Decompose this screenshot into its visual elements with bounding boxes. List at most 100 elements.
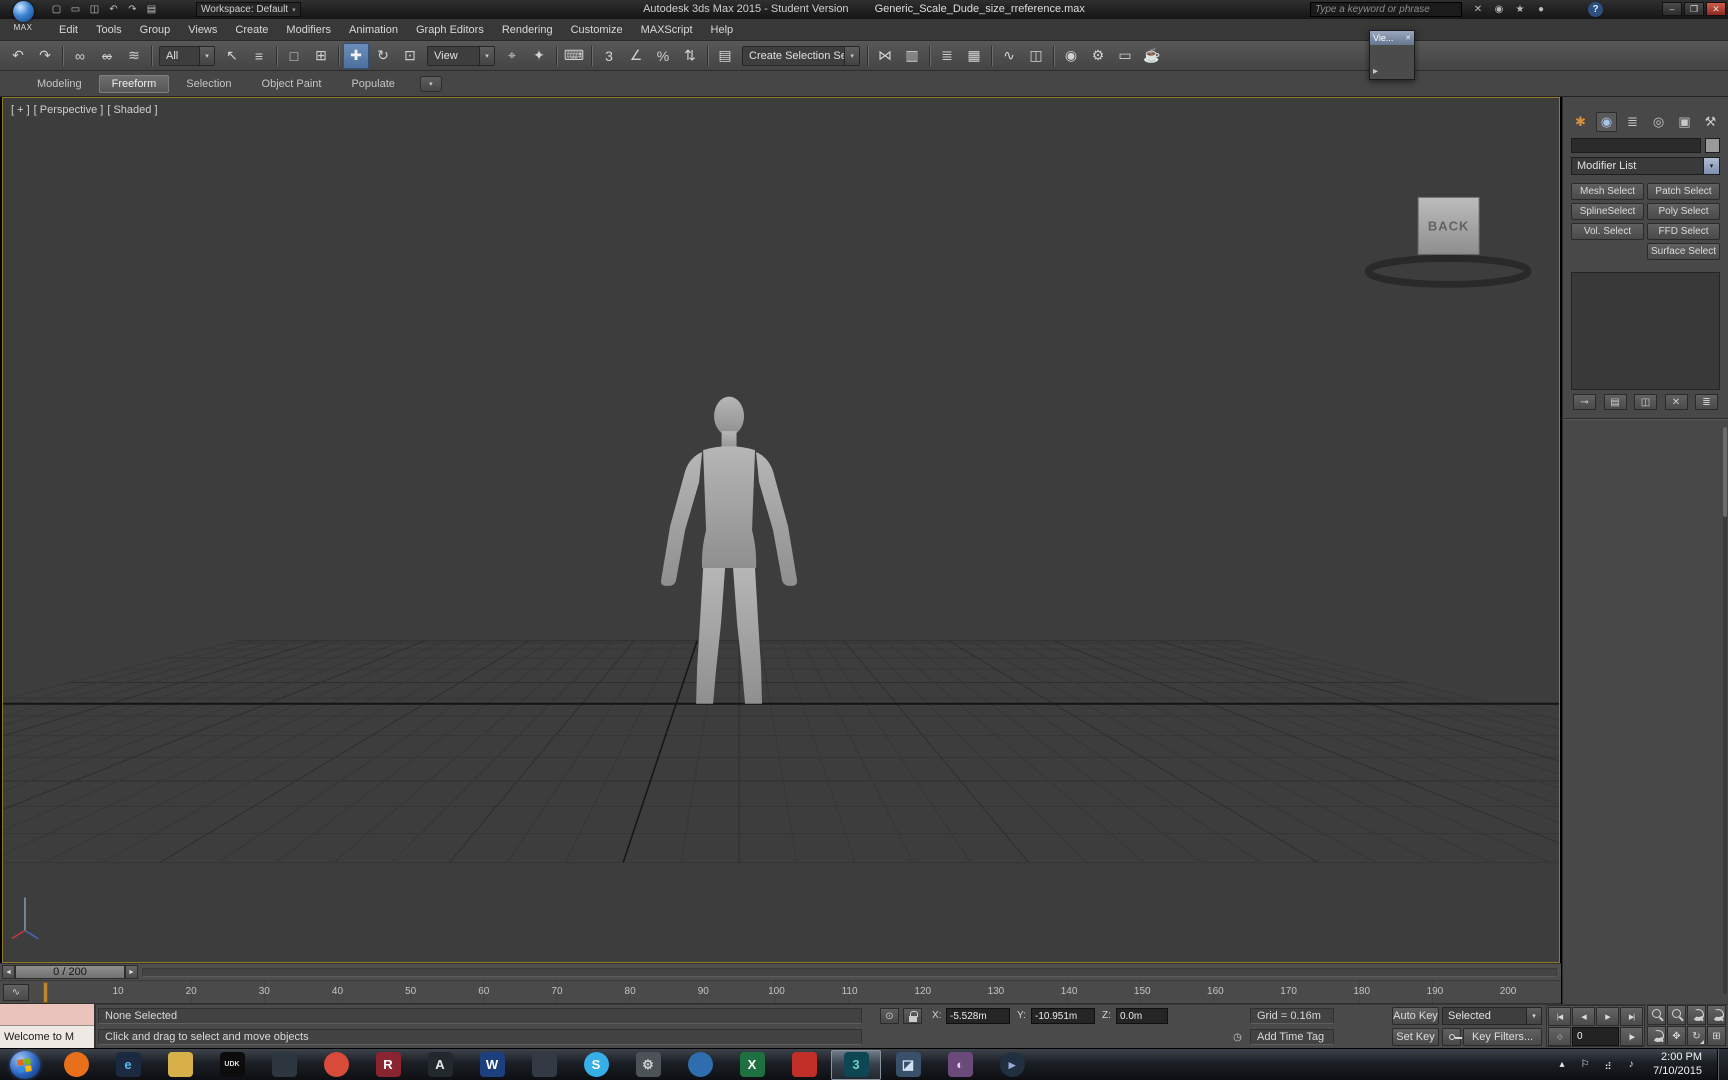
remove-modifier-icon[interactable]: ✕ xyxy=(1664,394,1688,410)
hidden-icons-chevron[interactable]: ▴ xyxy=(1555,1059,1569,1070)
ribbon-toggle-icon[interactable]: ▦ xyxy=(961,43,987,69)
undo-icon[interactable]: ↶ xyxy=(5,43,31,69)
favorites-star-icon[interactable]: ★ xyxy=(1512,2,1528,17)
open-mini-curve-editor-button[interactable]: ∿ xyxy=(3,984,29,1001)
rendered-frame-window-icon[interactable]: ▭ xyxy=(1112,43,1138,69)
viewport-layouts-window[interactable]: Vie... ✕ ▸ xyxy=(1369,30,1415,80)
pin-stack-icon[interactable]: ⊸ xyxy=(1573,394,1596,410)
ribbon-tab[interactable]: Freeform xyxy=(98,74,170,93)
orbit-icon[interactable]: ↻ xyxy=(1687,1026,1706,1046)
ribbon-minimize-icon[interactable]: ▾ xyxy=(419,75,442,92)
new-scene-icon[interactable]: ▢ xyxy=(48,2,65,17)
angle-snap-icon[interactable]: ∠ xyxy=(623,43,649,69)
select-and-scale-icon[interactable]: ⊡ xyxy=(397,43,423,69)
help-icon[interactable]: ? xyxy=(1588,2,1603,17)
app-icon-dark-2[interactable] xyxy=(519,1050,569,1080)
udk-icon[interactable]: UDK xyxy=(207,1050,257,1080)
previous-frame-button[interactable]: ◀ xyxy=(1572,1007,1595,1026)
macro-recorder-pane[interactable] xyxy=(0,1004,94,1026)
play-animation-button[interactable]: ▶ xyxy=(1596,1007,1619,1026)
key-filters-button[interactable]: Key Filters... xyxy=(1463,1028,1542,1046)
schematic-view-icon[interactable]: ◫ xyxy=(1023,43,1049,69)
window-crossing-icon[interactable]: ⊞ xyxy=(308,43,334,69)
reference-coordinate-dropdown[interactable]: View ▾ xyxy=(427,45,495,66)
snaps-toggle-icon[interactable]: 3 xyxy=(596,43,622,69)
menu-item[interactable]: Views xyxy=(179,21,226,39)
use-pivot-point-center-icon[interactable]: ⌖ xyxy=(499,43,525,69)
menu-item[interactable]: MAXScript xyxy=(632,21,702,39)
settings-gear-icon[interactable]: ⚙ xyxy=(623,1050,673,1080)
zoom-region-icon[interactable] xyxy=(1647,1026,1666,1046)
paint-icon[interactable]: ◐ xyxy=(935,1050,985,1080)
x-coordinate-field[interactable]: -5.528m xyxy=(946,1008,1010,1024)
firefox-icon[interactable] xyxy=(51,1050,101,1080)
display-tab[interactable]: ▣ xyxy=(1674,112,1695,132)
object-color-swatch[interactable] xyxy=(1705,138,1720,153)
modifier-button[interactable]: SplineSelect xyxy=(1571,203,1644,220)
minimize-button[interactable]: – xyxy=(1662,2,1682,16)
close-icon[interactable]: ✕ xyxy=(1405,34,1411,42)
toolbar-icon[interactable] xyxy=(273,44,280,68)
select-and-move-icon[interactable]: ✚ xyxy=(343,42,369,69)
utilities-tab[interactable]: ⚒ xyxy=(1700,112,1721,132)
motion-tab[interactable]: ◎ xyxy=(1648,112,1669,132)
viewport-shading-menu[interactable]: [ Shaded ] xyxy=(107,104,157,116)
toolbar-icon[interactable] xyxy=(335,44,342,68)
key-mode-toggle-button[interactable]: ◇ xyxy=(1548,1027,1571,1046)
volume-icon[interactable]: ♪ xyxy=(1624,1059,1638,1070)
network-icon[interactable]: ⣴ xyxy=(1601,1059,1615,1070)
time-slider-track[interactable] xyxy=(142,967,1557,977)
ribbon-tab[interactable]: Object Paint xyxy=(249,75,335,93)
sign-in-icon[interactable]: ◉ xyxy=(1491,2,1507,17)
modifier-button[interactable]: Vol. Select xyxy=(1571,223,1644,240)
3ds-max-icon[interactable]: 3 xyxy=(831,1049,881,1080)
toolbar-icon[interactable] xyxy=(988,44,995,68)
application-menu-button[interactable]: MAX xyxy=(2,1,44,39)
modifier-button[interactable]: Surface Select xyxy=(1647,243,1720,260)
menu-item[interactable]: Rendering xyxy=(493,21,562,39)
toolbar-icon[interactable] xyxy=(553,44,560,68)
previous-frame-arrow[interactable]: ◄ xyxy=(2,965,15,979)
mirror-icon[interactable]: ⋈ xyxy=(872,43,898,69)
render-production-icon[interactable]: ☕ xyxy=(1139,43,1165,69)
menu-item[interactable]: Create xyxy=(226,21,277,39)
file-explorer-icon[interactable] xyxy=(155,1050,205,1080)
toolbar-icon[interactable] xyxy=(704,44,711,68)
viewcube-ring[interactable] xyxy=(1364,254,1532,288)
select-object-icon[interactable]: ↖ xyxy=(219,43,245,69)
auto-key-button[interactable]: Auto Key xyxy=(1392,1007,1439,1025)
zoom-icon[interactable] xyxy=(1647,1005,1666,1025)
autodesk-app-icon[interactable]: A xyxy=(415,1050,465,1080)
select-by-name-icon[interactable]: ≡ xyxy=(246,43,272,69)
select-and-link-icon[interactable]: ∞ xyxy=(67,43,93,69)
layer-explorer-icon[interactable]: ≣ xyxy=(934,43,960,69)
current-frame-marker[interactable] xyxy=(43,982,48,1003)
menu-item[interactable]: Help xyxy=(702,21,743,39)
toolbar-icon[interactable] xyxy=(926,44,933,68)
modifier-stack-list[interactable] xyxy=(1571,272,1720,390)
photo-viewer-icon[interactable]: ◪ xyxy=(883,1050,933,1080)
menu-item[interactable]: Edit xyxy=(50,21,87,39)
set-keys-key-icon[interactable] xyxy=(1442,1028,1462,1046)
named-selection-sets-dropdown[interactable]: Create Selection Se ▾ xyxy=(742,45,860,66)
internet-explorer-icon[interactable]: e xyxy=(103,1050,153,1080)
viewport-layouts-titlebar[interactable]: Vie... ✕ xyxy=(1370,31,1414,45)
track-bar[interactable]: ∿ 10 20 30 40 50 60 70 80 90 100 110 120 130 140 150 16… xyxy=(0,980,1561,1004)
maxscript-mini-listener[interactable]: Welcome to M xyxy=(0,1004,96,1048)
modifier-button[interactable]: Mesh Select xyxy=(1571,183,1644,200)
chrome-icon[interactable] xyxy=(311,1050,361,1080)
panel-scrollbar[interactable] xyxy=(1723,427,1727,994)
selection-filter-dropdown[interactable]: All ▾ xyxy=(159,45,215,66)
viewcube-face-label[interactable]: BACK xyxy=(1428,218,1469,233)
exchange-apps-icon[interactable]: ✕ xyxy=(1470,2,1486,17)
modifier-button[interactable]: Patch Select xyxy=(1647,183,1720,200)
select-and-rotate-icon[interactable]: ↻ xyxy=(370,43,396,69)
time-slider-handle[interactable]: 0 / 200 xyxy=(15,965,125,979)
ribbon-tab[interactable]: Selection xyxy=(173,75,244,93)
redo-icon[interactable]: ↷ xyxy=(32,43,58,69)
globe-icon[interactable] xyxy=(675,1050,725,1080)
show-end-result-icon[interactable]: ▤ xyxy=(1603,394,1627,410)
media-player-icon[interactable]: ▸ xyxy=(987,1050,1037,1080)
set-key-button[interactable]: Set Key xyxy=(1392,1028,1439,1046)
next-frame-arrow[interactable]: ► xyxy=(125,965,138,979)
